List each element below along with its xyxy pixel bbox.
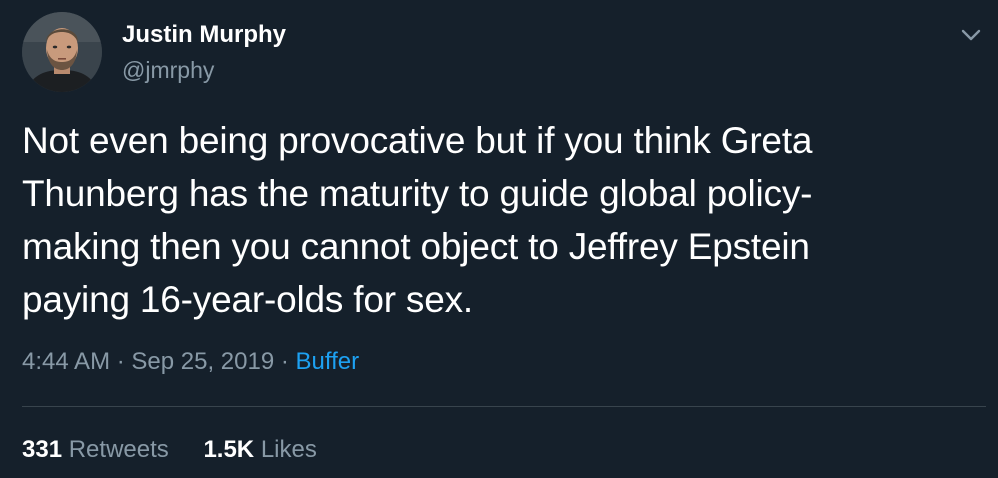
avatar-image xyxy=(22,12,102,92)
meta-separator: · xyxy=(116,348,125,375)
likes-stat[interactable]: 1.5K Likes xyxy=(203,436,316,463)
tweet-menu-button[interactable] xyxy=(958,22,984,48)
tweet-text-line: Thunberg has the maturity to guide globa… xyxy=(22,173,813,214)
tweet-date[interactable]: Sep 25, 2019 xyxy=(131,348,274,375)
tweet-source-link[interactable]: Buffer xyxy=(296,348,360,375)
tweet-text-line: paying 16-year-olds for sex. xyxy=(22,279,473,320)
likes-count: 1.5K xyxy=(203,436,255,463)
author-name[interactable]: Justin Murphy xyxy=(122,21,286,49)
tweet-text: Not even being provocative but if you th… xyxy=(22,114,922,326)
author-handle[interactable]: @jmrphy xyxy=(122,57,214,84)
tweet-text-line: Not even being provocative but if you th… xyxy=(22,120,813,161)
tweet-meta: 4:44 AM · Sep 25, 2019 · Buffer xyxy=(22,348,359,376)
chevron-down-icon xyxy=(961,29,981,41)
divider xyxy=(22,406,986,407)
retweets-label: Retweets xyxy=(68,436,169,463)
tweet-text-line: making then you cannot object to Jeffrey… xyxy=(22,226,810,267)
tweet-stats: 331 Retweets 1.5K Likes xyxy=(22,436,345,464)
retweets-count: 331 xyxy=(22,436,63,463)
tweet-time[interactable]: 4:44 AM xyxy=(22,348,110,375)
retweets-stat[interactable]: 331 Retweets xyxy=(22,436,175,463)
likes-label: Likes xyxy=(260,436,317,463)
meta-separator: · xyxy=(280,348,289,375)
avatar[interactable] xyxy=(22,12,102,92)
